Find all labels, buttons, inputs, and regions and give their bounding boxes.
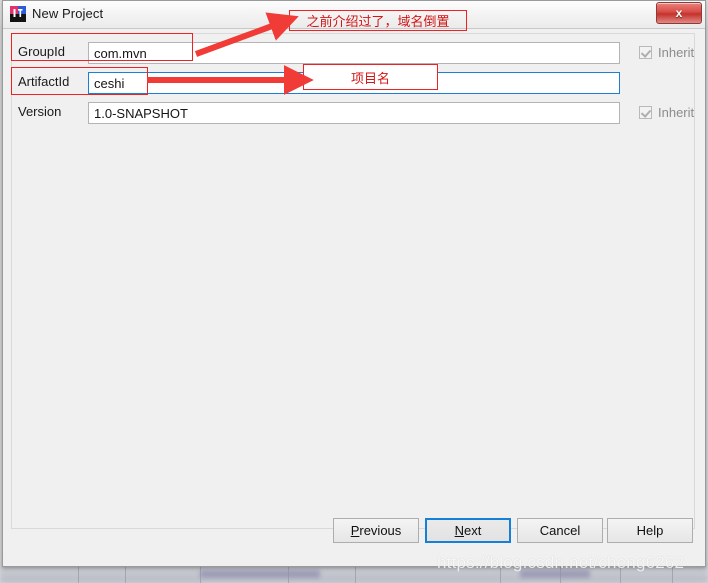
next-button-label: Next: [454, 523, 482, 538]
window-title: New Project: [32, 6, 104, 21]
checkbox-checked-icon: [639, 106, 652, 119]
dialog-content: GroupId Inherit ArtifactId Version: [3, 29, 705, 539]
dialog-button-bar: Previous Next Cancel Help: [3, 511, 705, 566]
help-button-label: Help: [636, 523, 664, 538]
screen: New Project x GroupId Inherit ArtifactId: [0, 0, 708, 583]
annotation-note-artifactid: 项目名: [303, 64, 438, 90]
previous-button-label: Previous: [350, 523, 402, 538]
next-button[interactable]: Next: [425, 518, 511, 543]
background-taskbar-divider: [672, 567, 673, 583]
groupid-label: GroupId: [18, 44, 65, 59]
checkbox-checked-icon: [639, 46, 652, 59]
background-taskbar-blob: [200, 570, 320, 578]
help-button[interactable]: Help: [607, 518, 693, 543]
previous-button[interactable]: Previous: [333, 518, 419, 543]
background-taskbar-divider: [560, 567, 561, 583]
version-input[interactable]: [88, 102, 620, 124]
form-row-version: Version Inherit: [12, 102, 694, 124]
background-taskbar-divider: [200, 567, 201, 583]
groupid-inherit-checkbox[interactable]: Inherit: [639, 45, 694, 60]
version-label: Version: [18, 104, 62, 119]
maven-coordinates-panel: GroupId Inherit ArtifactId Version: [11, 33, 695, 529]
form-row-groupid: GroupId Inherit: [12, 42, 694, 64]
groupid-input[interactable]: [88, 42, 620, 64]
background-taskbar-divider: [125, 567, 126, 583]
intellij-idea-icon: [10, 6, 26, 22]
background-taskbar-divider: [355, 567, 356, 583]
close-icon: x: [675, 6, 683, 20]
version-inherit-label: Inherit: [658, 105, 695, 120]
version-inherit-checkbox[interactable]: Inherit: [639, 105, 694, 120]
close-button[interactable]: x: [656, 2, 702, 24]
artifactid-label: ArtifactId: [18, 74, 70, 89]
background-taskbar-blob: [520, 570, 590, 578]
annotation-note-groupid: 之前介绍过了，域名倒置: [289, 10, 467, 31]
background-taskbar-divider: [78, 567, 79, 583]
cancel-button-label: Cancel: [539, 523, 581, 538]
background-taskbar-divider: [500, 567, 501, 583]
groupid-inherit-label: Inherit: [658, 45, 695, 60]
background-taskbar-divider: [288, 567, 289, 583]
background-taskbar-divider: [620, 567, 621, 583]
cancel-button[interactable]: Cancel: [517, 518, 603, 543]
